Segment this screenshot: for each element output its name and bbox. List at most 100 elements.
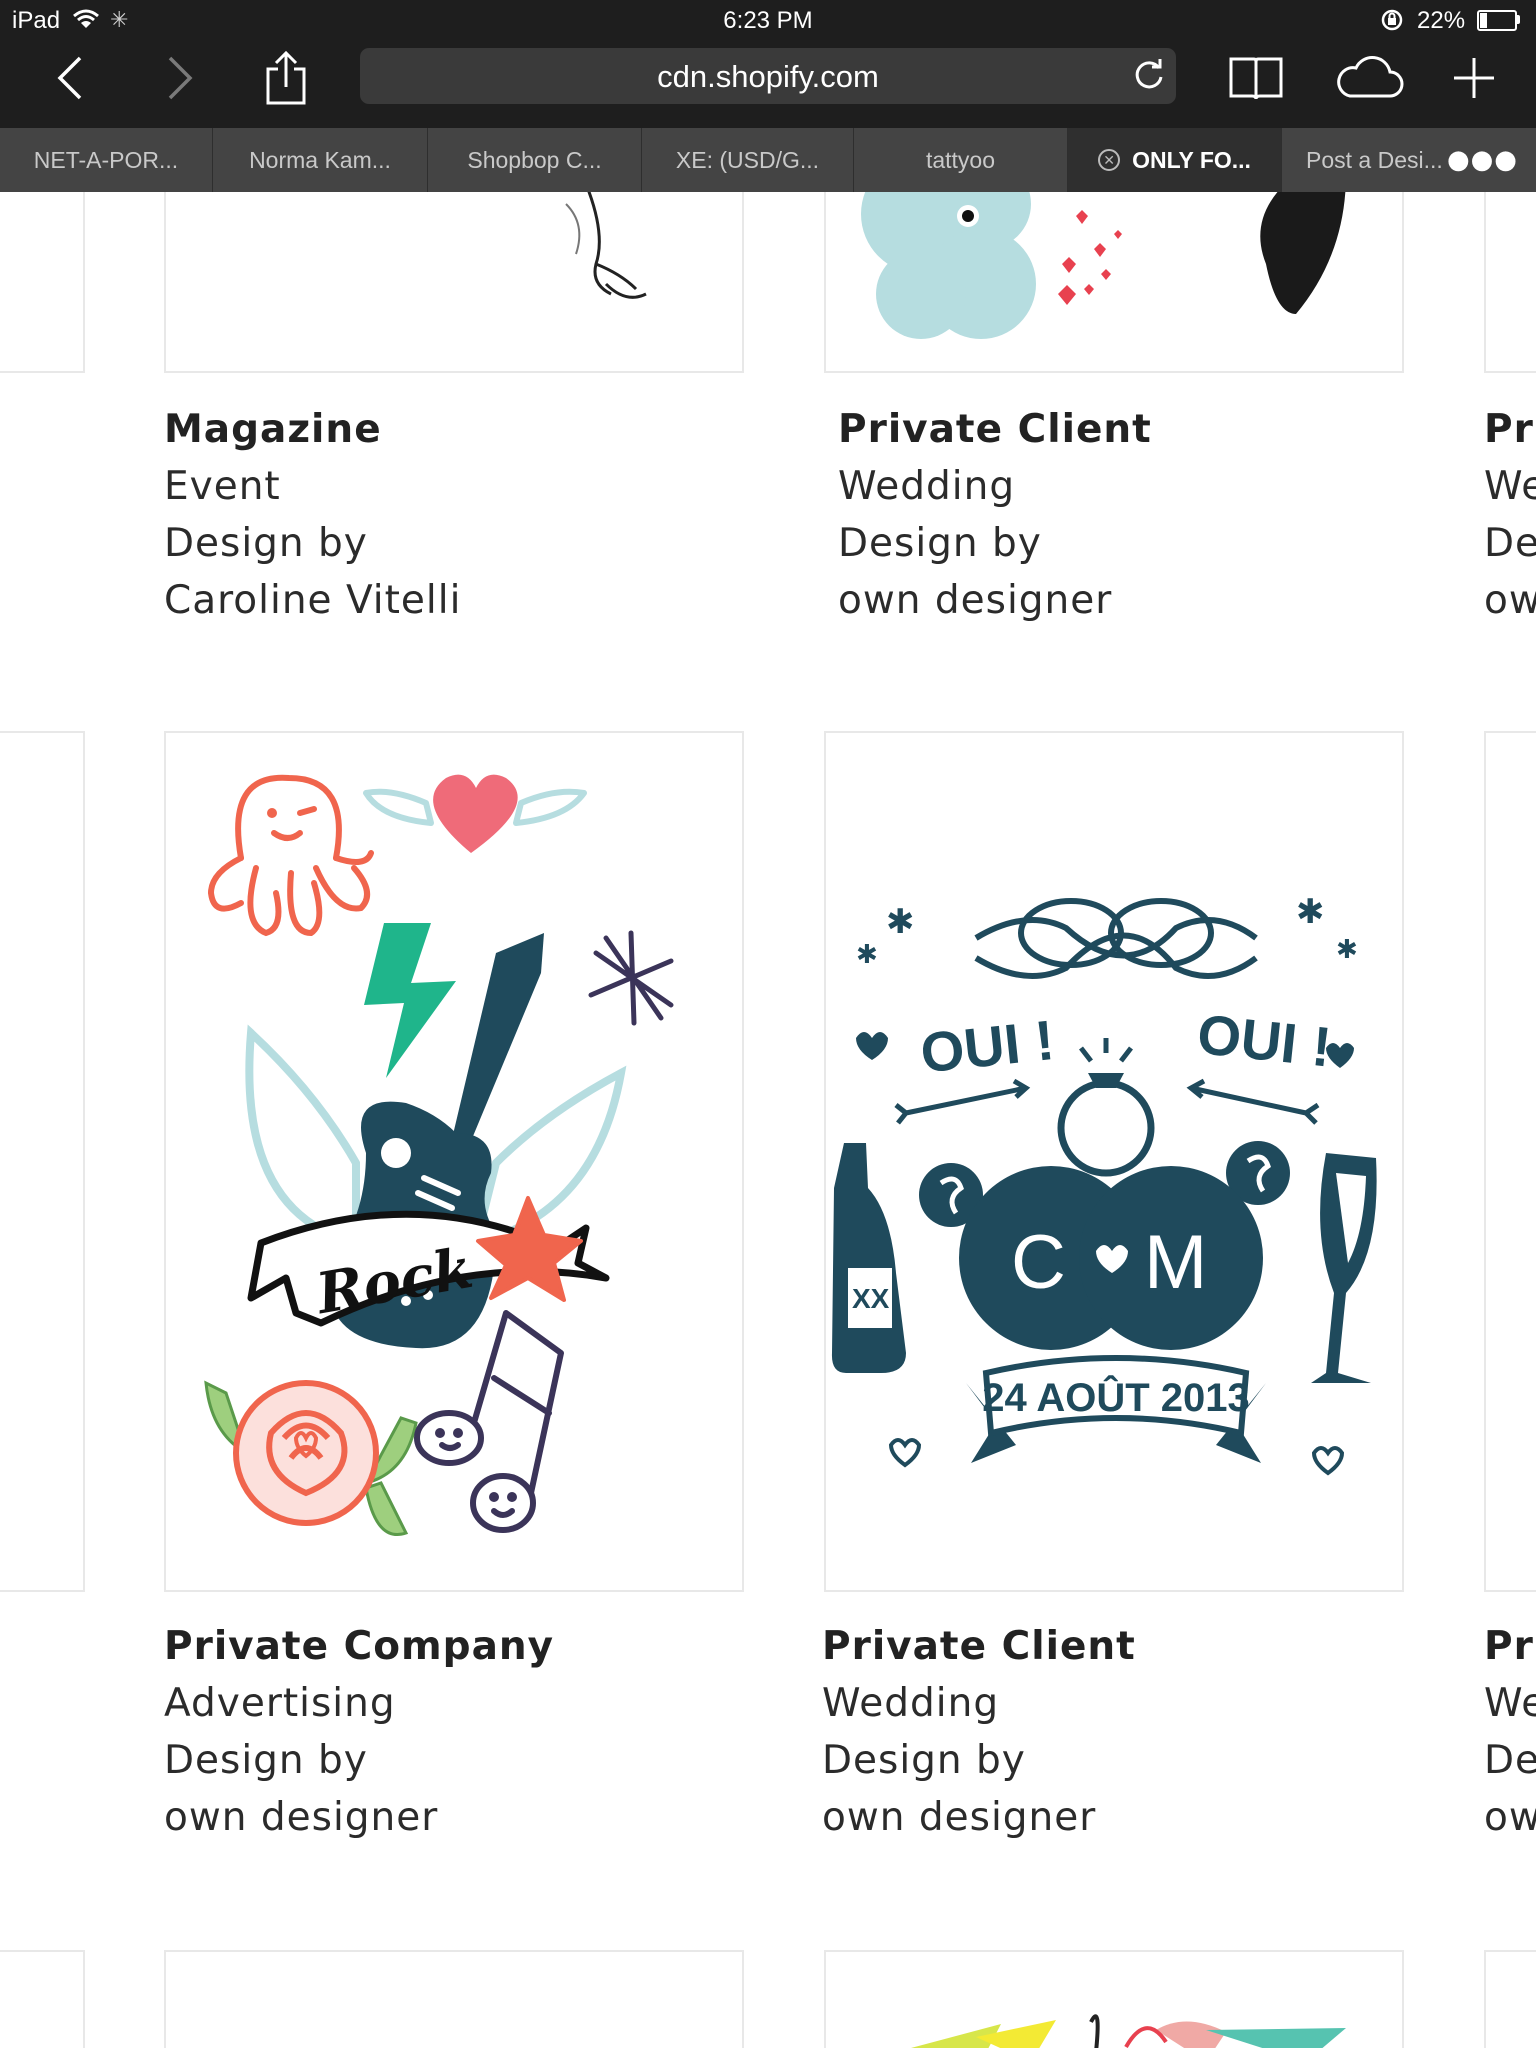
tab-label: NET-A-POR... (33, 146, 179, 173)
illustration-wedding-oui: ✱ ✱ ✱ ✱ OUI ! OUI ! XX C M 24 AOÛT 2013 (831, 892, 1377, 1476)
illustration-sketch (565, 192, 647, 299)
svg-text:✱: ✱ (856, 940, 878, 970)
card-client: Private Company (164, 1624, 555, 1669)
wedding-date: 24 AOÛT 2013 (982, 1374, 1250, 1420)
back-button[interactable] (50, 48, 90, 108)
svg-text:✱: ✱ (886, 902, 915, 942)
tab-label: Shopbop C... (467, 146, 602, 173)
date-banner: 24 AOÛT 2013 (966, 1355, 1266, 1463)
lightning-icon (364, 923, 456, 1078)
card-designer: ow (1484, 578, 1536, 623)
tab-tattyoo[interactable]: tattyoo (854, 128, 1068, 192)
initial-m: M (1144, 1220, 1207, 1305)
rose-icon (204, 1380, 418, 1536)
bottle-icon: XX (831, 1143, 906, 1373)
rope-knot-icon (974, 898, 1258, 979)
card-design-by: De (1484, 521, 1536, 566)
battery-percent: 22% (1417, 7, 1466, 34)
card-type: Wedding (822, 1681, 1000, 1726)
card-row3-right[interactable] (824, 1950, 1404, 2048)
card-designer: own designer (822, 1795, 1097, 1840)
battery-icon (1477, 10, 1517, 31)
tab-label: ONLY FO... (1132, 146, 1251, 173)
illustration-rock-tattoos: Rock (204, 774, 674, 1536)
reload-button[interactable] (1132, 58, 1166, 92)
caption-private-client-1: Private Client Wedding Design by own des… (838, 401, 1152, 629)
card-partial-right[interactable] (1484, 192, 1536, 373)
card-client: Magazine (164, 407, 382, 452)
new-tab-button[interactable] (1452, 48, 1496, 108)
card-type: Event (164, 464, 281, 509)
card-design-by: Design by (164, 1738, 368, 1783)
card-partial-left-3[interactable] (0, 1950, 85, 2048)
card-designer: ow (1484, 1795, 1536, 1840)
tab-norma-kamali[interactable]: Norma Kam... (213, 128, 428, 192)
card-private-client-wedding-1[interactable] (824, 192, 1404, 373)
winged-heart-icon (363, 774, 587, 853)
card-design-by: Design by (822, 1738, 1026, 1783)
bookmarks-button[interactable] (1228, 48, 1284, 108)
illustration-colorful-banner (911, 2014, 1346, 2048)
card-private-client-wedding-2[interactable]: ✱ ✱ ✱ ✱ OUI ! OUI ! XX C M 24 AOÛT 2013 (824, 731, 1404, 1592)
share-button[interactable] (262, 48, 310, 108)
champagne-glass-icon (1311, 1153, 1377, 1383)
clock: 6:23 PM (723, 7, 813, 34)
sparkle-icon (588, 930, 674, 1026)
card-partial-right-2[interactable] (1484, 731, 1536, 1592)
card-partial-left-2[interactable] (0, 731, 85, 1592)
tab-label: Post a Desi... (1306, 146, 1443, 173)
card-client: Private Client (822, 1624, 1136, 1669)
card-designer: own designer (838, 578, 1113, 623)
card-design-by: Design by (838, 521, 1042, 566)
forward-button[interactable] (160, 48, 200, 108)
caption-partial-right-2: Pri We De ow (1484, 1618, 1536, 1846)
tab-net-a-porter[interactable]: NET-A-POR... (0, 128, 213, 192)
caption-magazine: Magazine Event Design by Caroline Vitell… (164, 401, 461, 629)
caption-private-company: Private Company Advertising Design by ow… (164, 1618, 554, 1846)
couple-initials: C M (959, 1166, 1263, 1350)
card-partial-right-3[interactable] (1484, 1950, 1536, 2048)
card-type: We (1484, 464, 1536, 509)
svg-text:✱: ✱ (1296, 892, 1325, 932)
status-bar: iPad ✳ 6:23 PM 22% (0, 0, 1536, 40)
oui-right-text: OUI ! (1194, 1002, 1334, 1079)
rotation-lock-icon (1380, 8, 1404, 32)
tab-xe-currency[interactable]: XE: (USD/G... (642, 128, 854, 192)
url-text: cdn.shopify.com (657, 59, 879, 94)
card-client: Pri (1484, 1624, 1536, 1669)
oui-left-text: OUI ! (917, 1008, 1057, 1085)
icloud-tabs-button[interactable] (1334, 48, 1404, 108)
tab-bar: NET-A-POR... Norma Kam... Shopbop C... X… (0, 128, 1536, 192)
caption-partial-right-1: Pri We De ow (1484, 401, 1536, 629)
tab-label: XE: (USD/G... (675, 146, 820, 173)
octopus-icon (207, 774, 374, 937)
illustration-flower-hearts (861, 192, 1346, 339)
card-design-by: Design by (164, 521, 368, 566)
card-type: Advertising (164, 1681, 396, 1726)
card-type: Wedding (838, 464, 1016, 509)
tab-label: tattyoo (925, 146, 996, 173)
card-client: Pri (1484, 407, 1536, 452)
web-page: Magazine Event Design by Caroline Vitell… (0, 192, 1536, 2048)
more-tabs-icon[interactable]: ●●● (1447, 128, 1518, 192)
card-design-by: De (1484, 1738, 1536, 1783)
close-tab-icon[interactable]: ✕ (1098, 149, 1121, 171)
card-row3-left[interactable] (164, 1950, 744, 2048)
caption-private-client-2: Private Client Wedding Design by own des… (822, 1618, 1136, 1846)
tab-only-for[interactable]: ✕ ONLY FO... (1068, 128, 1282, 192)
address-bar[interactable]: cdn.shopify.com (360, 48, 1176, 104)
card-designer: own designer (164, 1795, 439, 1840)
card-magazine-event[interactable] (164, 192, 744, 373)
initial-c: C (1011, 1220, 1066, 1305)
star-icon (476, 1196, 583, 1302)
browser-chrome: iPad ✳ 6:23 PM 22% cdn.shopify.com (0, 0, 1536, 128)
card-client: Private Client (838, 407, 1152, 452)
card-partial-left[interactable] (0, 192, 85, 373)
svg-text:✱: ✱ (1336, 935, 1358, 965)
bottle-label: XX (852, 1283, 890, 1314)
card-private-company-advertising[interactable]: Rock (164, 731, 744, 1592)
battery-cap (1517, 15, 1520, 24)
tab-label: Norma Kam... (249, 146, 391, 173)
card-designer: Caroline Vitelli (164, 578, 462, 623)
tab-shopbop[interactable]: Shopbop C... (428, 128, 642, 192)
